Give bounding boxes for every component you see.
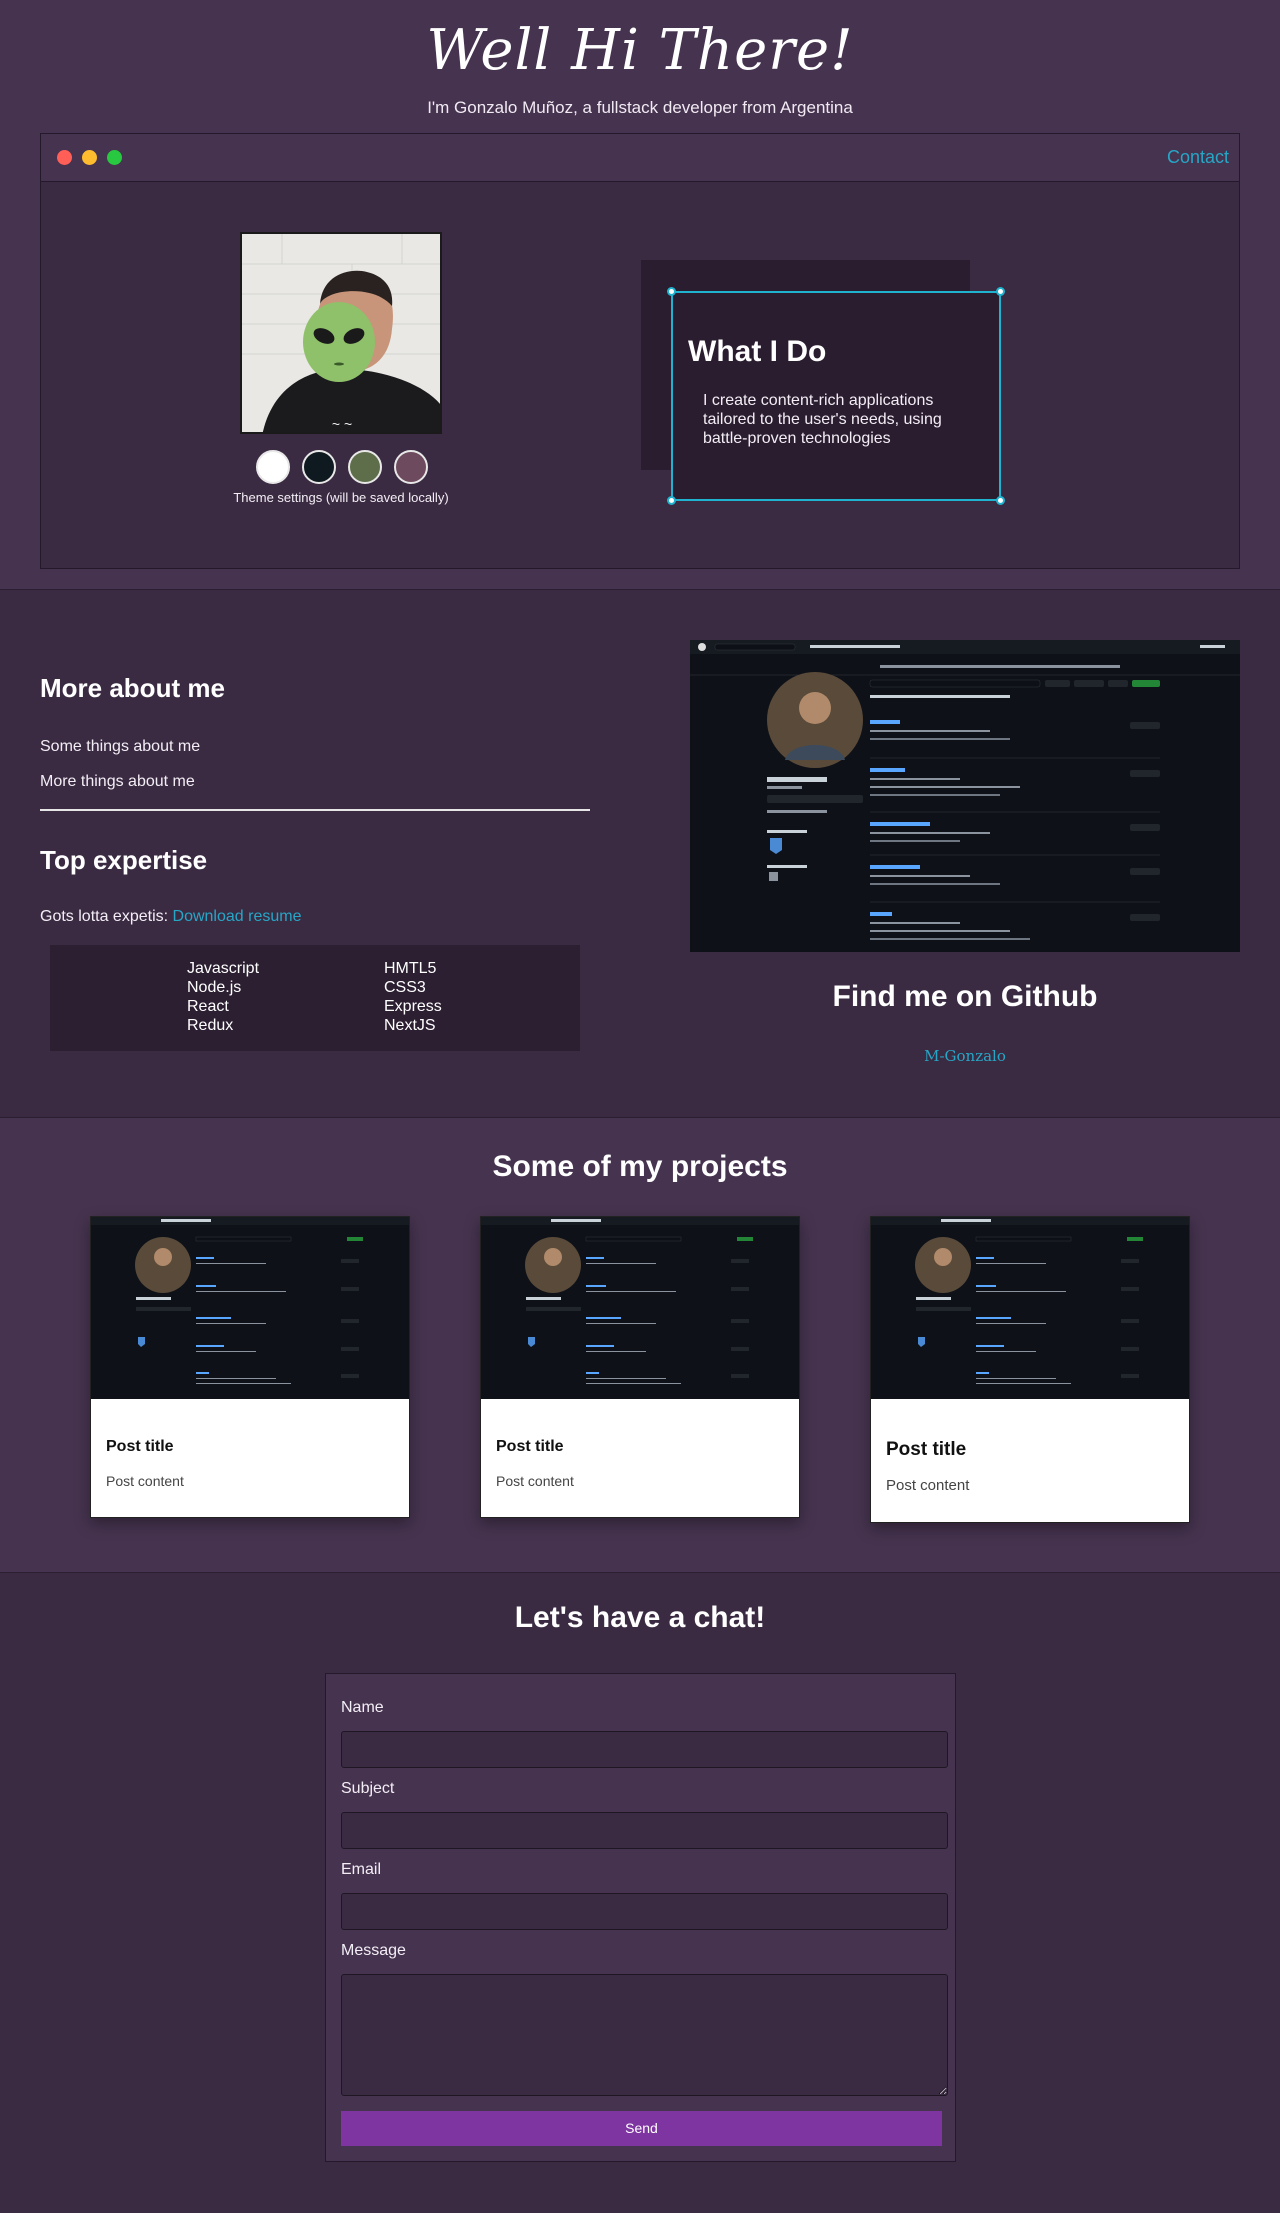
skill-item: CSS3: [384, 979, 426, 996]
name-label: Name: [341, 1699, 384, 1716]
skill-item: React: [187, 998, 229, 1015]
contact-form: Name Subject Email Message Send: [325, 1673, 956, 2162]
theme-white-swatch[interactable]: [256, 450, 290, 484]
contact-link[interactable]: Contact: [1167, 147, 1229, 168]
send-button[interactable]: Send: [341, 2111, 942, 2146]
skill-item: Express: [384, 998, 442, 1015]
download-resume-link[interactable]: Download resume: [173, 908, 302, 925]
project-card-content: Post content: [886, 1477, 970, 1494]
project-card-title: Post title: [106, 1438, 174, 1455]
widget-text: I create content-rich applications tailo…: [703, 392, 942, 447]
about-line: Some things about me: [40, 738, 201, 755]
github-username-link[interactable]: M-Gonzalo: [690, 1047, 1240, 1065]
about-heading: More about me: [40, 673, 225, 703]
resize-handle[interactable]: [667, 287, 676, 296]
skill-item: HMTL5: [384, 960, 437, 977]
skills-column-left: Javascript Node.js React Redux: [187, 959, 259, 1035]
project-thumbnail: [481, 1217, 799, 1399]
projects-heading: Some of my projects: [492, 1150, 788, 1183]
hero-intro: I'm Gonzalo Muñoz, a fullstack developer…: [427, 98, 853, 117]
email-label: Email: [341, 1861, 382, 1878]
project-card-content: Post content: [106, 1473, 184, 1489]
resize-handle[interactable]: [996, 287, 1005, 296]
contact-heading: Let's have a chat!: [514, 1601, 766, 1634]
profile-photo: ~ ~: [240, 232, 442, 434]
project-card-title: Post title: [886, 1439, 967, 1460]
project-card[interactable]: Post title Post content: [480, 1216, 800, 1518]
theme-green-swatch[interactable]: [348, 450, 382, 484]
maximize-dot-icon[interactable]: [107, 150, 122, 165]
theme-dark-swatch[interactable]: [302, 450, 336, 484]
email-input[interactable]: [341, 1893, 948, 1930]
subject-input[interactable]: [341, 1812, 948, 1849]
project-card-content: Post content: [496, 1473, 574, 1489]
resize-handle[interactable]: [996, 496, 1005, 505]
skill-item: NextJS: [384, 1017, 436, 1034]
minimize-dot-icon[interactable]: [82, 150, 97, 165]
project-card-title: Post title: [496, 1438, 564, 1455]
skill-item: Node.js: [187, 979, 242, 996]
theme-purple-swatch[interactable]: [394, 450, 428, 484]
subject-label: Subject: [341, 1780, 395, 1797]
theme-settings-label: Theme settings (will be saved locally): [233, 490, 449, 505]
contact-section: Let's have a chat! Name Subject Email Me…: [0, 1573, 1280, 2213]
hero-title: Well Hi There!: [426, 18, 854, 83]
project-card[interactable]: Post title Post content: [90, 1216, 410, 1518]
hero-section: Well Hi There! I'm Gonzalo Muñoz, a full…: [0, 0, 1280, 590]
what-i-do-widget[interactable]: What I Do I create content-rich applicat…: [667, 287, 1005, 505]
about-line: More things about me: [40, 773, 195, 790]
projects-section: Some of my projects Post title Post cont…: [0, 1118, 1280, 1573]
expertise-heading: Top expertise: [40, 845, 208, 875]
message-label: Message: [341, 1942, 406, 1959]
name-input[interactable]: [341, 1731, 948, 1768]
skills-column-right: HMTL5 CSS3 Express NextJS: [384, 959, 442, 1035]
svg-text:~ ~: ~ ~: [332, 416, 352, 432]
github-screenshot[interactable]: [690, 640, 1240, 952]
resize-handle[interactable]: [667, 496, 676, 505]
project-thumbnail: [871, 1217, 1189, 1399]
close-dot-icon[interactable]: [57, 150, 72, 165]
project-thumbnail: [91, 1217, 409, 1399]
divider: [40, 809, 590, 811]
window-titlebar: Contact: [41, 134, 1239, 182]
browser-window: Contact ~ ~ Theme settings (will be save…: [40, 133, 1240, 569]
skills-box: Javascript Node.js React Redux HMTL5 CSS…: [50, 945, 580, 1051]
expertise-prefix: Gots lotta expetis:: [40, 908, 173, 925]
expertise-line: Gots lotta expetis: Download resume: [40, 908, 301, 926]
project-card[interactable]: Post title Post content: [870, 1216, 1190, 1523]
skill-item: Redux: [187, 1017, 234, 1034]
github-title: Find me on Github: [832, 980, 1098, 1013]
about-section: More about me Some things about me More …: [0, 590, 1280, 1118]
theme-swatches: [256, 450, 428, 484]
widget-title: What I Do: [688, 335, 827, 368]
skill-item: Javascript: [187, 960, 260, 977]
message-textarea[interactable]: [341, 1974, 948, 2096]
